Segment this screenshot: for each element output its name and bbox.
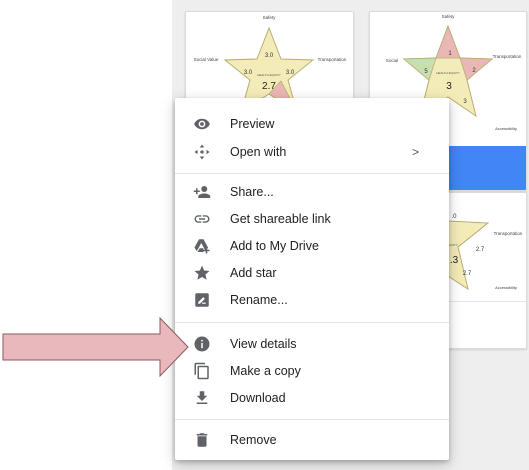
menu-item-label: Add star [230,265,277,280]
menu-item-get-shareable-link[interactable]: Get shareable link [175,205,449,232]
menu-item-label: Get shareable link [230,211,331,226]
share-person-icon [192,182,212,202]
trash-icon [192,430,212,450]
menu-item-rename[interactable]: Rename... [175,286,449,313]
menu-item-download[interactable]: Download [175,384,449,411]
axis-label-right: Transportation [318,57,347,62]
menu-item-label: Make a copy [230,363,301,378]
menu-item-make-a-copy[interactable]: Make a copy [175,357,449,384]
download-icon [192,388,212,408]
menu-item-label: Open with [230,144,287,159]
center-score: 2.7 [262,81,276,92]
axis-label-right: Transportation [493,54,522,59]
annotation-arrow [2,316,189,378]
menu-item-label: Download [230,390,286,405]
center-label: HEALTH EQUITY [257,73,281,77]
menu-item-add-to-my-drive[interactable]: Add to My Drive [175,232,449,259]
info-icon [192,334,212,354]
axis-label-right: Transportation [494,231,523,236]
center-score: .3 [450,255,459,266]
menu-item-preview[interactable]: Preview [175,110,449,137]
menu-item-open-with[interactable]: Open with > [175,138,449,165]
menu-divider [175,322,449,323]
axis-label-top: Safety [442,14,456,19]
center-score: 3 [446,81,452,92]
menu-divider [175,173,449,174]
menu-item-label: Share... [230,184,274,199]
axis-label-left: Social Value [194,57,219,62]
value-left: 3.0 [244,70,253,76]
menu-item-label: Preview [230,116,275,131]
menu-item-view-details[interactable]: View details [175,330,449,357]
axis-label-top: Safety [263,15,277,20]
value-top: .0 [451,214,457,220]
drive-screen: Safety Social Value Transportation 3.0 3… [0,0,529,470]
axis-label-bottom-right: Accessibility [495,285,517,290]
axis-label-bottom-right: Accessibility [495,126,517,131]
value-right: 2.7 [476,247,485,253]
context-menu: Preview Open with > Share... Get shareab… [175,98,449,460]
menu-divider [175,419,449,420]
chevron-right-icon: > [411,144,419,159]
value-top: 3.0 [265,53,274,59]
axis-label-left: Social [386,58,398,63]
menu-item-label: Add to My Drive [230,238,319,253]
link-icon [192,209,212,229]
copy-icon [192,361,212,381]
center-label: HEALTH EQUITY [436,71,460,75]
menu-item-label: Rename... [230,292,288,307]
star-icon [192,263,212,283]
menu-item-label: View details [230,336,297,351]
value-right: 3.0 [286,70,295,76]
value-bottom-right: 2.7 [463,271,472,277]
eye-icon [192,114,212,134]
menu-item-remove[interactable]: Remove [175,426,449,453]
menu-item-add-star[interactable]: Add star [175,259,449,286]
menu-item-share[interactable]: Share... [175,178,449,205]
menu-item-label: Remove [230,432,277,447]
rename-icon [192,290,212,310]
open-with-icon [192,142,212,162]
add-to-drive-icon [192,236,212,256]
